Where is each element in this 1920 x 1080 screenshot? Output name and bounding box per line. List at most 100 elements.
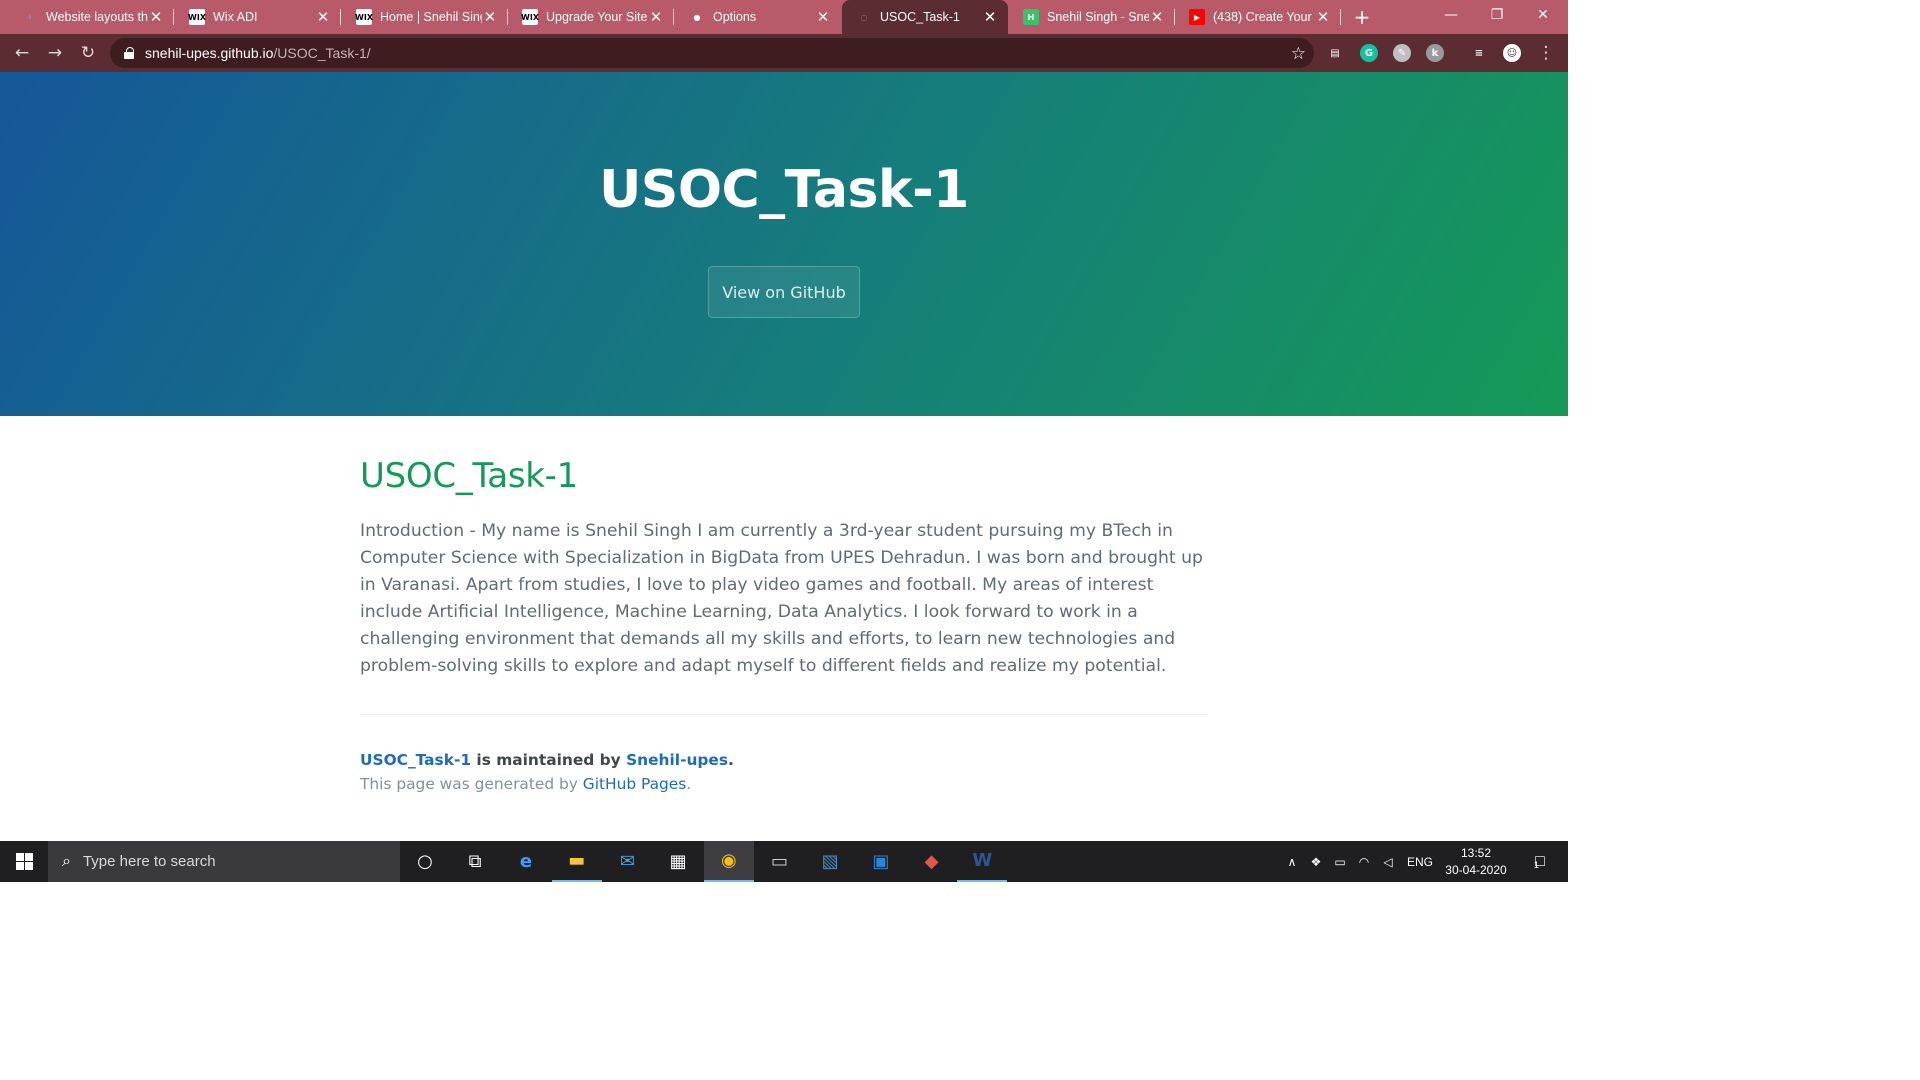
wix-favicon-icon: WIX: [188, 9, 206, 25]
tab-close-icon[interactable]: ✕: [315, 8, 331, 26]
browser-tab[interactable]: ✈ Website layouts th ✕: [8, 0, 174, 34]
globe-favicon-icon: ◌: [860, 12, 868, 22]
browser-tab[interactable]: ◌ USOC_Task-1 ✕: [842, 0, 1008, 34]
minimize-window-button[interactable]: —: [1428, 0, 1474, 30]
terminal-taskbar-icon[interactable]: ▭: [755, 841, 805, 882]
footer-period: .: [728, 751, 734, 769]
tab-separator: [173, 9, 174, 25]
project-name: USOC_Task-1: [599, 160, 969, 220]
url-path: /USOC_Task-1/: [273, 45, 371, 61]
taskbar-search-box[interactable]: ⌕ Type here to search: [48, 841, 400, 882]
start-button[interactable]: [0, 841, 48, 882]
search-placeholder: Type here to search: [82, 853, 216, 870]
tab-title: USOC_Task-1: [880, 10, 960, 24]
github-favicon-icon: ●: [693, 12, 701, 22]
credits-suffix: .: [686, 775, 692, 793]
clipboard-extension-icon[interactable]: ▤: [1326, 44, 1344, 62]
battery-tray-icon[interactable]: ▭: [1330, 841, 1350, 882]
chrome-taskbar-icon[interactable]: ◉: [703, 841, 754, 882]
word-taskbar-icon[interactable]: W: [957, 841, 1008, 882]
k-extension-icon[interactable]: k: [1426, 44, 1444, 62]
edge-taskbar-icon[interactable]: e: [501, 841, 551, 882]
content-heading: USOC_Task-1: [360, 456, 578, 496]
tab-title: Home | Snehil Sing: [380, 10, 482, 24]
restore-window-button[interactable]: ❐: [1474, 0, 1520, 30]
mail-taskbar-icon[interactable]: ✉: [602, 841, 652, 882]
browser-toolbar: ← → ↻ snehil-upes.github.io/USOC_Task-1/…: [0, 34, 1568, 72]
credits-prefix: This page was generated by: [360, 775, 583, 793]
footer-credits: This page was generated by GitHub Pages.: [360, 775, 1208, 793]
profile-avatar-icon[interactable]: ☺: [1503, 44, 1521, 62]
maintained-by-text: is maintained by: [471, 751, 627, 769]
url-host: snehil-upes.github.io: [145, 45, 274, 61]
footer-divider: [360, 714, 1208, 715]
tab-separator: [340, 9, 341, 25]
browser-menu-button[interactable]: ⋮: [1532, 39, 1560, 67]
pencil-extension-icon[interactable]: ✎: [1393, 44, 1411, 62]
new-tab-button[interactable]: +: [1348, 4, 1376, 30]
tab-title: Upgrade Your Site: [546, 10, 648, 24]
main-content: USOC_Task-1 Introduction - My name is Sn…: [360, 416, 1208, 793]
python-taskbar-icon[interactable]: ▧: [805, 841, 855, 882]
bookmark-star-icon[interactable]: ☆: [1291, 44, 1306, 64]
dropbox-tray-icon[interactable]: ❖: [1306, 841, 1326, 882]
windows-taskbar: ⌕ Type here to search ○ ⧉ e ▬ ✉ ▦ ◉ ▭ ▧ ▣ ◆ W ∧ ❖…: [0, 841, 1568, 882]
windows-logo-icon: [15, 853, 33, 870]
browser-tab[interactable]: ● Options ✕: [675, 0, 841, 34]
git-taskbar-icon[interactable]: ◆: [907, 841, 957, 882]
cortana-icon[interactable]: ○: [400, 841, 450, 882]
back-button[interactable]: ←: [8, 39, 36, 67]
youtube-favicon-icon: ▶: [1189, 9, 1205, 25]
tray-overflow-chevron-icon[interactable]: ∧: [1282, 841, 1302, 882]
tab-close-icon[interactable]: ✕: [148, 8, 164, 26]
browser-tab[interactable]: WIX Home | Snehil Sing ✕: [342, 0, 508, 34]
tab-title: Wix ADI: [213, 10, 258, 24]
store-taskbar-icon[interactable]: ▦: [653, 841, 703, 882]
volume-tray-icon[interactable]: ◁: [1378, 841, 1398, 882]
github-pages-link[interactable]: GitHub Pages: [583, 775, 687, 793]
page-header: USOC_Task-1 View on GitHub: [0, 72, 1568, 416]
tab-title: Website layouts th: [46, 10, 148, 24]
notification-center-icon[interactable]: □ 1: [1522, 841, 1552, 882]
tab-close-icon[interactable]: ✕: [982, 8, 998, 26]
view-on-github-button[interactable]: View on GitHub: [708, 266, 860, 318]
h-favicon-icon: H: [1023, 9, 1039, 25]
owner-link[interactable]: Snehil-upes: [626, 751, 728, 769]
tab-title: (438) Create Your F: [1213, 10, 1315, 24]
task-view-icon[interactable]: ⧉: [450, 841, 500, 882]
browser-tab[interactable]: WIX Upgrade Your Site ✕: [508, 0, 674, 34]
search-icon: ⌕: [62, 852, 71, 870]
lock-icon: [124, 47, 134, 59]
wifi-tray-icon[interactable]: ◠: [1354, 841, 1374, 882]
media-extension-icon[interactable]: ≡: [1470, 44, 1488, 62]
tab-title: Options: [713, 10, 757, 24]
introduction-paragraph: Introduction - My name is Snehil Singh I…: [360, 521, 1203, 676]
remote-desktop-taskbar-icon[interactable]: ▣: [856, 841, 906, 882]
clock-time: 13:52: [1460, 846, 1492, 860]
footer-owner: USOC_Task-1 is maintained by Snehil-upes…: [360, 751, 1208, 769]
repo-link[interactable]: USOC_Task-1: [360, 751, 471, 769]
notification-count: 1: [1533, 859, 1539, 870]
tab-close-icon[interactable]: ✕: [1149, 8, 1165, 26]
wix-favicon-icon: WIX: [355, 9, 373, 25]
tab-close-icon[interactable]: ✕: [815, 8, 831, 26]
file-explorer-taskbar-icon[interactable]: ▬: [551, 841, 602, 882]
browser-tab[interactable]: WIX Wix ADI ✕: [175, 0, 341, 34]
reload-button[interactable]: ↻: [74, 39, 102, 67]
tab-close-icon[interactable]: ✕: [648, 8, 664, 26]
taskbar-clock[interactable]: 13:52 30-04-2020: [1436, 845, 1516, 879]
browser-tab[interactable]: ▶ (438) Create Your F ✕: [1175, 0, 1341, 34]
browser-tab[interactable]: H Snehil Singh - Sne ✕: [1009, 0, 1175, 34]
grammarly-extension-icon[interactable]: G: [1360, 44, 1378, 62]
tab-close-icon[interactable]: ✕: [482, 8, 498, 26]
close-window-button[interactable]: ✕: [1520, 0, 1566, 30]
bird-favicon-icon: ✈: [26, 12, 34, 22]
tab-title: Snehil Singh - Sne: [1047, 10, 1149, 24]
browser-tab-strip: + — ❐ ✕ ✈ Website layouts th ✕ WIX Wix ADI ✕ W…: [0, 0, 1568, 34]
clock-date: 30-04-2020: [1445, 863, 1507, 877]
address-bar[interactable]: snehil-upes.github.io/USOC_Task-1/ ☆: [110, 38, 1314, 68]
language-indicator[interactable]: ENG: [1402, 841, 1438, 882]
wix-favicon-icon: WIX: [521, 9, 539, 25]
tab-close-icon[interactable]: ✕: [1315, 8, 1331, 26]
forward-button[interactable]: →: [41, 39, 69, 67]
